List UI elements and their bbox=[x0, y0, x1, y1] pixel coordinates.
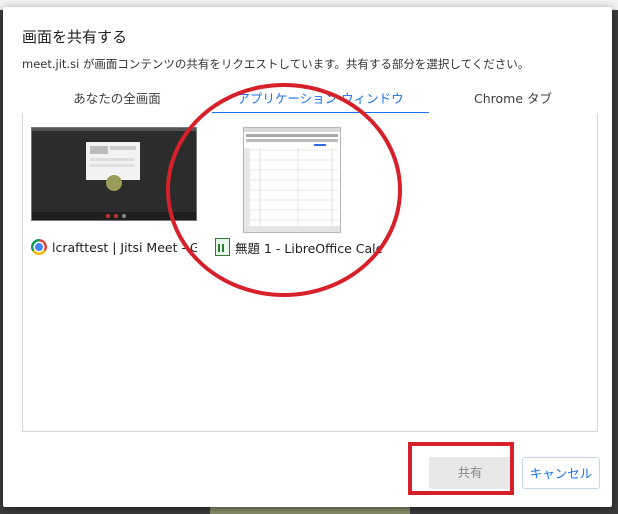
tab-entire-screen[interactable]: あなたの全画面 bbox=[22, 85, 212, 112]
share-screen-dialog: 画面を共有する meet.jit.si が画面コンテンツの共有をリクエストしてい… bbox=[3, 7, 612, 507]
window-title: lcrafttest | Jitsi Meet - G... bbox=[52, 239, 197, 255]
window-label-row: 無題 1 - LibreOffice Calc bbox=[213, 237, 403, 257]
tab-application-window[interactable]: アプリケーション ウィンドウ bbox=[212, 85, 429, 114]
libreoffice-calc-icon bbox=[215, 238, 230, 256]
window-thumbnail bbox=[31, 127, 197, 221]
window-thumbnail bbox=[243, 127, 341, 233]
tab-chrome-tab[interactable]: Chrome タブ bbox=[429, 85, 597, 112]
share-button[interactable]: 共有 bbox=[429, 457, 511, 489]
cancel-button[interactable]: キャンセル bbox=[522, 457, 600, 489]
window-label-row: lcrafttest | Jitsi Meet - G... bbox=[31, 237, 221, 257]
window-title: 無題 1 - LibreOffice Calc bbox=[235, 240, 383, 256]
chrome-icon bbox=[31, 239, 47, 255]
source-tabs: あなたの全画面 アプリケーション ウィンドウ Chrome タブ bbox=[22, 85, 597, 114]
dialog-subtitle: meet.jit.si が画面コンテンツの共有をリクエストしています。共有する部… bbox=[22, 57, 530, 71]
dialog-title: 画面を共有する bbox=[22, 28, 128, 46]
window-list-panel: lcrafttest | Jitsi Meet - G... 無題 1 - Li… bbox=[22, 113, 598, 432]
